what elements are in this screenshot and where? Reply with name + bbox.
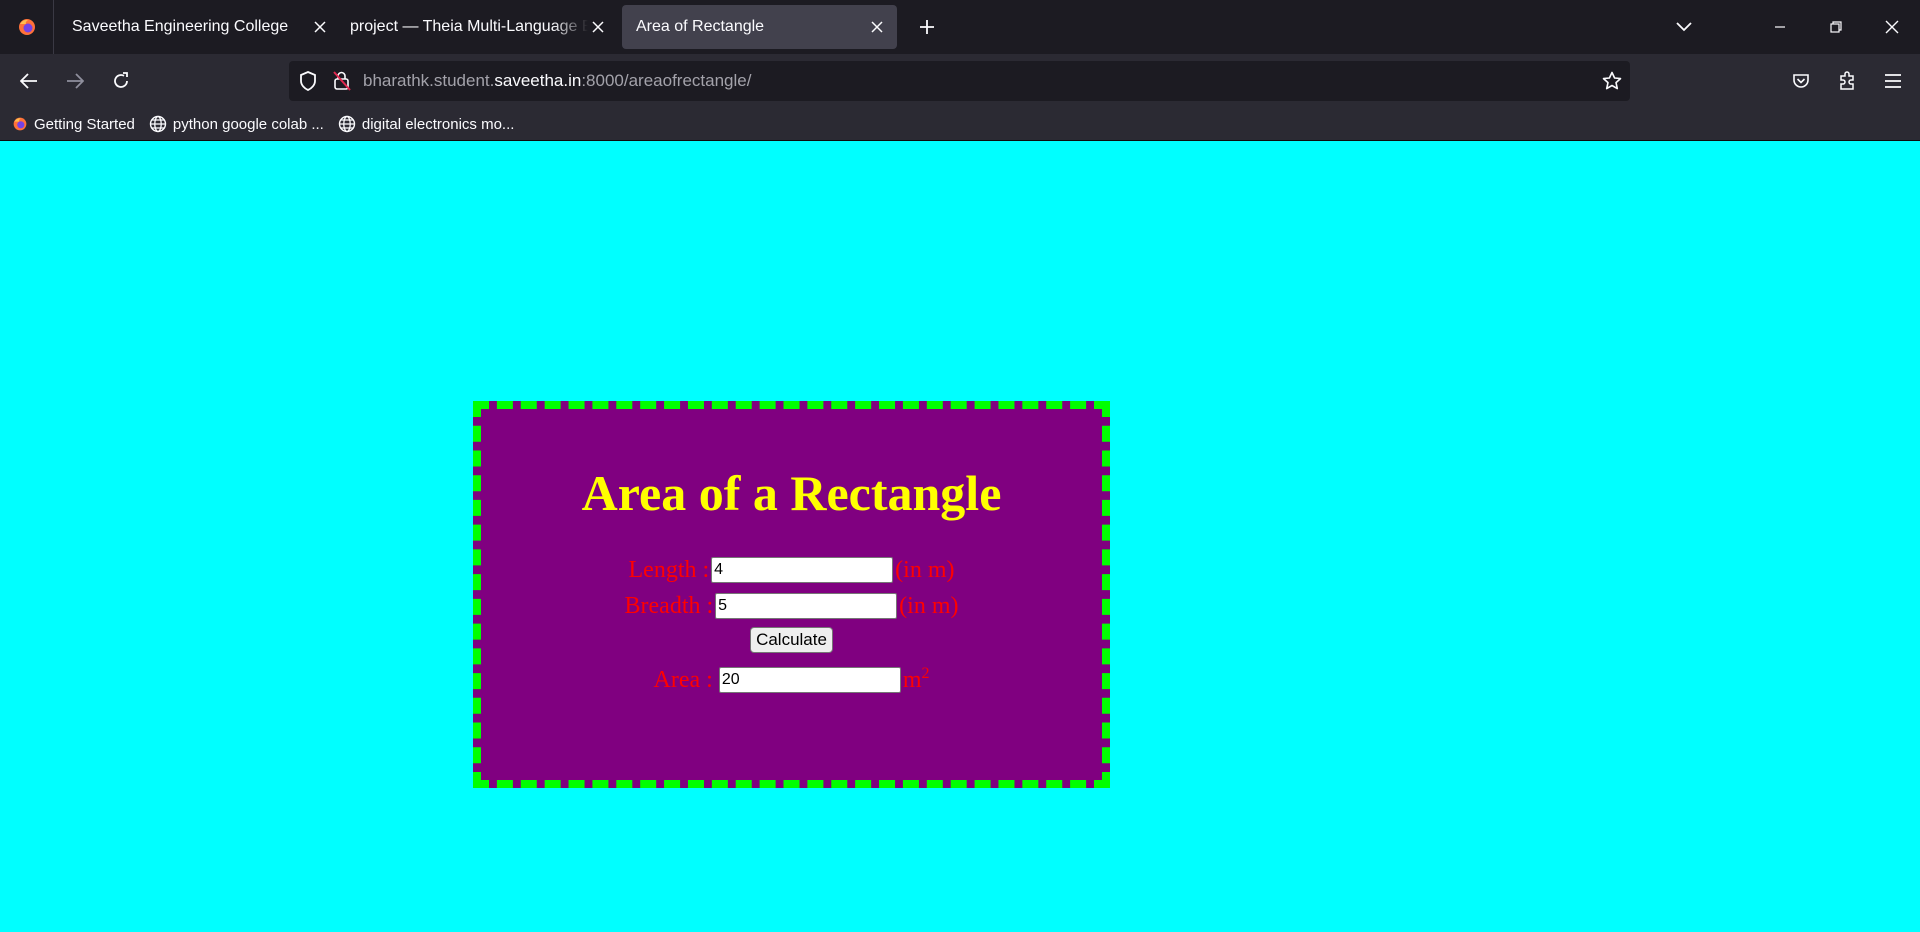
window-controls [1656, 0, 1920, 54]
arrow-left-icon [20, 73, 37, 89]
firefox-icon [13, 117, 27, 131]
breadth-row: Breadth : (in m) [481, 588, 1102, 624]
area-output[interactable] [718, 667, 901, 693]
area-form: Length : (in m) Breadth : (in m) Calcula… [481, 552, 1102, 698]
length-row: Length : (in m) [481, 552, 1102, 588]
length-input[interactable] [711, 557, 894, 583]
tab-theia-project[interactable]: project — Theia Multi-Language Ex [336, 5, 618, 49]
puzzle-icon [1840, 71, 1854, 90]
minimize-button[interactable] [1752, 0, 1808, 54]
forward-button[interactable] [56, 62, 94, 100]
url-path: :8000/areaofrectangle/ [581, 71, 752, 90]
restore-button[interactable] [1808, 0, 1864, 54]
bookmarks-toolbar: Getting Started python google colab ... … [0, 108, 1920, 141]
page-viewport: Area of a Rectangle Length : (in m) Brea… [0, 141, 1920, 932]
url-subdomain: bharathk.student. [363, 71, 495, 90]
restore-icon [1830, 21, 1842, 33]
breadth-unit: (in m) [899, 592, 959, 619]
insecure-lock-icon[interactable] [333, 71, 351, 91]
plus-icon [920, 20, 934, 34]
hamburger-menu-icon [1885, 74, 1901, 88]
tab-title: project — Theia Multi-Language Ex [350, 18, 588, 35]
breadth-label: Breadth : [624, 592, 714, 619]
toolbar-right [1774, 54, 1920, 108]
tab-area-of-rectangle[interactable]: Area of Rectangle [622, 5, 897, 49]
extensions-button[interactable] [1828, 62, 1866, 100]
bookmark-label: python google colab ... [172, 115, 324, 133]
area-label: Area : [653, 666, 713, 693]
area-unit-base: m [902, 666, 922, 693]
globe-icon [149, 115, 167, 133]
pocket-icon [1793, 74, 1809, 88]
tab-title: Saveetha Engineering College [72, 18, 289, 35]
back-button[interactable] [10, 62, 48, 100]
url-text[interactable]: bharathk.student.saveetha.in:8000/areaof… [363, 71, 751, 91]
bookmark-label: Getting Started [34, 115, 135, 133]
close-icon [1885, 20, 1899, 34]
chevron-down-icon [1676, 22, 1692, 32]
page-title: Area of a Rectangle [581, 465, 1002, 521]
close-tab-icon[interactable] [588, 17, 608, 37]
tab-title: Area of Rectangle [636, 18, 765, 35]
area-unit: m2 [902, 664, 930, 694]
bookmark-getting-started[interactable]: Getting Started [12, 116, 135, 133]
new-tab-button[interactable] [907, 7, 947, 47]
close-window-button[interactable] [1864, 0, 1920, 54]
url-bar[interactable]: bharathk.student.saveetha.in:8000/areaof… [289, 61, 1630, 101]
tab-saveetha[interactable]: Saveetha Engineering College [58, 5, 340, 49]
calculator-card: Area of a Rectangle Length : (in m) Brea… [473, 401, 1110, 788]
navigation-bar: bharathk.student.saveetha.in:8000/areaof… [0, 54, 1920, 108]
firefox-menu-icon[interactable] [0, 0, 54, 54]
globe-icon [338, 115, 356, 133]
bookmark-python-google-colab[interactable]: python google colab ... [149, 115, 324, 133]
arrow-right-icon [67, 73, 84, 89]
area-unit-exponent: 2 [921, 664, 930, 682]
close-tab-icon[interactable] [867, 17, 887, 37]
calculate-row: Calculate [481, 624, 1102, 654]
reload-button[interactable] [102, 62, 140, 100]
list-all-tabs-button[interactable] [1656, 0, 1712, 54]
bookmark-star-icon[interactable] [1602, 71, 1622, 91]
breadth-input[interactable] [715, 593, 898, 619]
url-host: saveetha.in [494, 71, 582, 90]
tab-bar: Saveetha Engineering College project — T… [0, 0, 1920, 54]
length-unit: (in m) [895, 556, 955, 583]
reload-icon [114, 72, 128, 88]
area-row: Area : m2 [481, 662, 1102, 698]
tracking-protection-shield-icon[interactable] [299, 71, 317, 91]
bookmark-digital-electronics[interactable]: digital electronics mo... [338, 115, 515, 133]
calculate-button[interactable]: Calculate [750, 627, 833, 653]
pocket-button[interactable] [1782, 62, 1820, 100]
close-tab-icon[interactable] [310, 17, 330, 37]
bookmark-label: digital electronics mo... [361, 115, 515, 133]
app-menu-button[interactable] [1874, 62, 1912, 100]
length-label: Length : [628, 556, 710, 583]
minimize-icon [1775, 26, 1785, 28]
